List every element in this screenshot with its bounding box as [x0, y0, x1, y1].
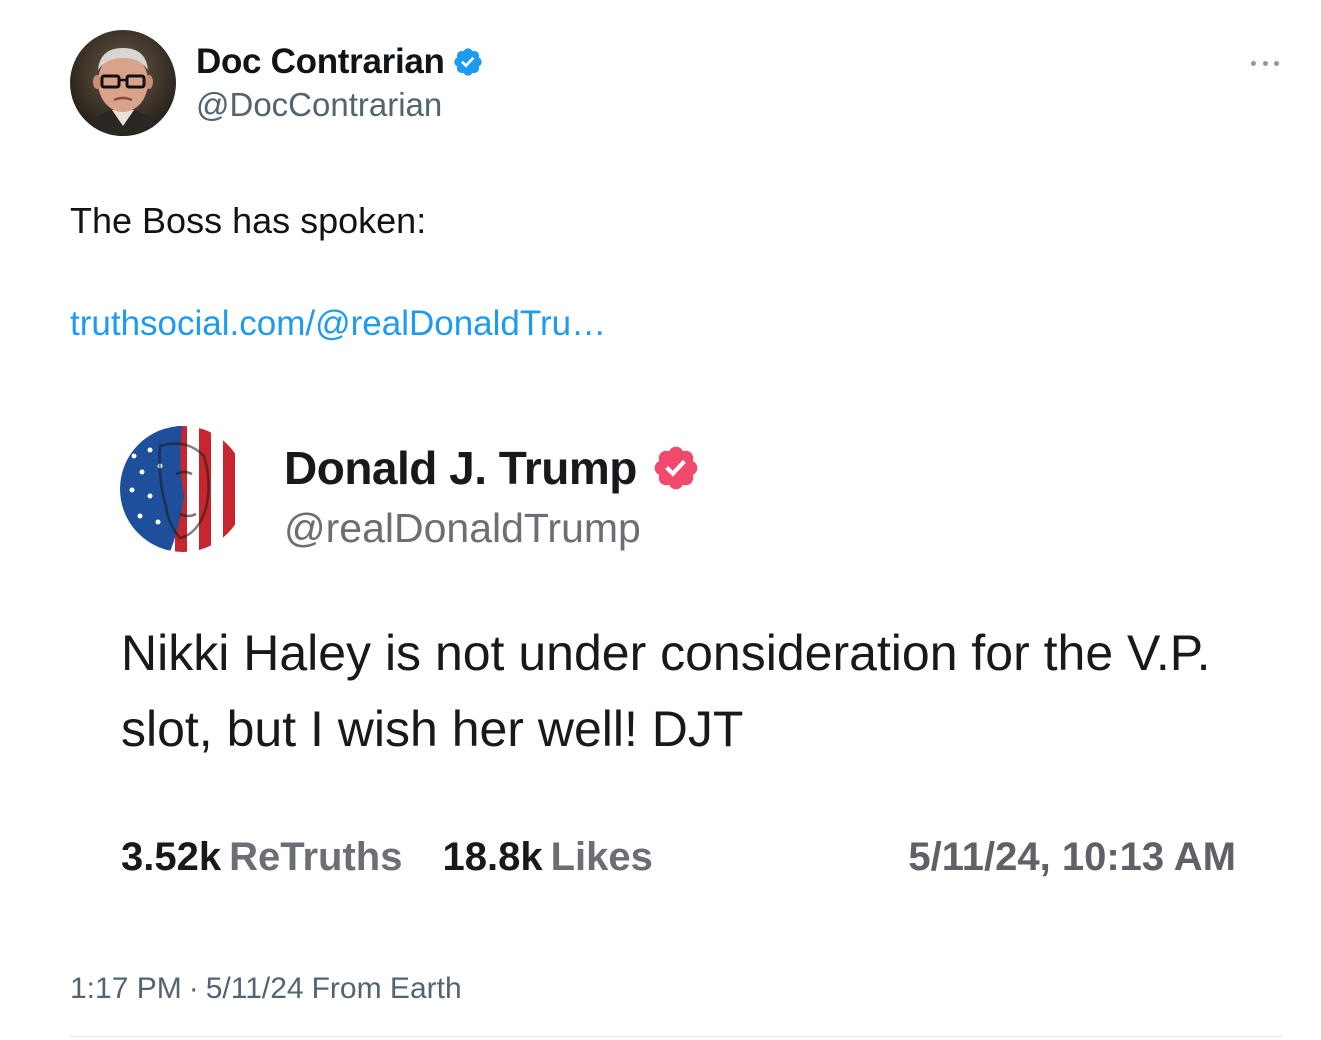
verified-badge-icon[interactable]: [452, 46, 484, 78]
author-avatar[interactable]: [70, 30, 176, 136]
retruths-label: ReTruths: [229, 835, 403, 879]
truth-verified-badge-icon: [651, 443, 701, 493]
embedded-post-stats: 3.52k ReTruths 18.8k Likes: [121, 835, 653, 880]
author-display-name[interactable]: Doc Contrarian: [196, 42, 445, 82]
tweet-text: The Boss has spoken:: [70, 200, 427, 241]
divider: [70, 1036, 1283, 1037]
embedded-post-text: Nikki Haley is not under consideration f…: [121, 625, 1211, 757]
tweet-meta: 1:17 PM · 5/11/24 From Earth: [70, 972, 462, 1006]
meta-separator: ·: [188, 972, 199, 1005]
author-name-row[interactable]: Doc Contrarian: [196, 42, 484, 82]
tweet-date[interactable]: 5/11/24: [206, 972, 304, 1006]
tweet-source: From Earth: [311, 972, 462, 1005]
embedded-post-timestamp: 5/11/24, 10:13 AM: [908, 835, 1236, 879]
more-horizontal-icon[interactable]: [1248, 50, 1282, 76]
embedded-author-name-row: Donald J. Trump: [284, 441, 701, 495]
tweet-link[interactable]: truthsocial.com/@realDonaldTru…: [70, 304, 606, 344]
embedded-author-avatar: [120, 426, 246, 552]
profile-photo-icon: [70, 30, 176, 136]
tweet-time[interactable]: 1:17 PM: [70, 972, 182, 1006]
embedded-author-display-name: Donald J. Trump: [284, 442, 637, 494]
likes-label: Likes: [550, 835, 653, 879]
embedded-post-image[interactable]: Donald J. Trump @realDonaldTrump Nikki H…: [100, 405, 1280, 915]
embedded-author-handle: @realDonaldTrump: [284, 505, 641, 551]
flag-portrait-icon: [120, 426, 246, 552]
likes-count: 18.8k: [442, 835, 543, 879]
retruths-count: 3.52k: [121, 835, 222, 879]
author-handle[interactable]: @DocContrarian: [196, 86, 442, 124]
